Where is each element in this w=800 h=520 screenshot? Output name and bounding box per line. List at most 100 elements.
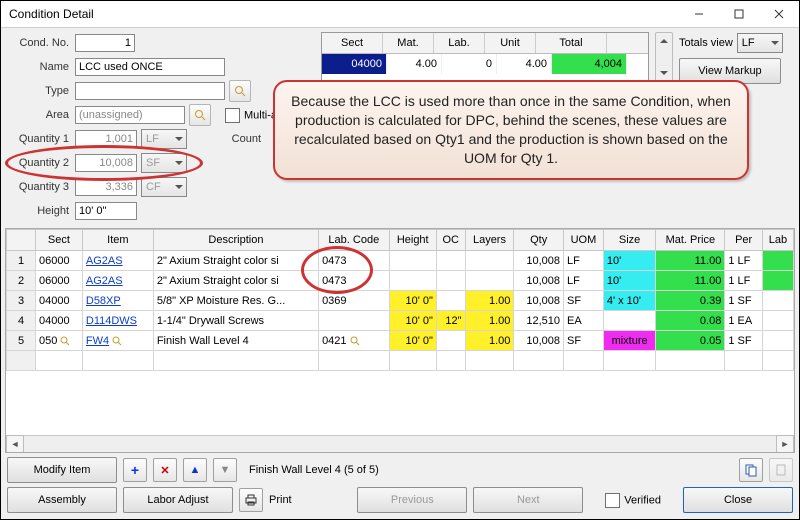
area-input[interactable] [75, 106, 185, 124]
row-number: 4 [7, 311, 36, 331]
close-dialog-button[interactable]: Close [683, 487, 793, 513]
verified-checkbox[interactable] [605, 493, 620, 508]
mini-scrollbar[interactable] [655, 32, 673, 82]
cell-uom: EA [563, 311, 603, 331]
count-label: Count [207, 133, 267, 145]
grid-col-header[interactable]: Size [603, 230, 656, 251]
qty3-input[interactable] [75, 178, 137, 196]
type-input[interactable] [75, 82, 225, 100]
row-number: 2 [7, 271, 36, 291]
table-row[interactable]: 206000AG2AS2" Axium Straight color si047… [7, 271, 794, 291]
cond-no-input[interactable] [75, 34, 135, 52]
cell-matprice: 0.08 [656, 311, 725, 331]
mini-row[interactable]: 04000 4.00 0 4.00 4,004 [322, 54, 648, 74]
copy-button[interactable] [739, 458, 763, 482]
cell-lab [762, 251, 793, 271]
height-input[interactable] [75, 202, 137, 220]
qty1-input[interactable] [75, 130, 137, 148]
explainer-callout: Because the LCC is used more than once i… [273, 80, 749, 180]
qty3-uom-select[interactable]: CF [141, 177, 187, 197]
qty2-uom-select[interactable]: SF [141, 153, 187, 173]
plus-icon: + [131, 462, 139, 478]
mini-col-total[interactable]: Total [536, 33, 607, 53]
cell-height: 10' 0" [389, 331, 436, 351]
grid-col-header[interactable]: Sect [36, 230, 83, 251]
cell-item: AG2AS [82, 251, 153, 271]
name-input[interactable] [75, 58, 225, 76]
print-icon-button[interactable] [239, 488, 263, 512]
magnifier-icon [234, 85, 246, 97]
item-link[interactable]: FW4 [86, 335, 109, 347]
item-link[interactable]: D114DWS [86, 315, 137, 327]
cell-per: 1 SF [725, 331, 763, 351]
labor-adjust-button[interactable]: Labor Adjust [123, 487, 233, 513]
move-up-button[interactable]: ▲ [183, 458, 207, 482]
next-button[interactable]: Next [473, 487, 583, 513]
minimize-button[interactable] [679, 1, 719, 27]
qty1-uom-select[interactable]: LF [141, 129, 187, 149]
cell-per: 1 EA [725, 311, 763, 331]
copy-icon [744, 463, 758, 477]
cell-size: 10' [603, 251, 656, 271]
maximize-button[interactable] [719, 1, 759, 27]
cell-item: D114DWS [82, 311, 153, 331]
grid-col-header[interactable]: Height [389, 230, 436, 251]
paste-button[interactable] [769, 458, 793, 482]
cell-oc [436, 251, 465, 271]
modify-item-button[interactable]: Modify Item [7, 457, 117, 483]
close-button[interactable] [759, 1, 799, 27]
cell-item: AG2AS [82, 271, 153, 291]
totals-view-select[interactable]: LF [737, 33, 783, 53]
table-row-empty [7, 351, 794, 371]
add-row-button[interactable]: + [123, 458, 147, 482]
cell-uom: SF [563, 291, 603, 311]
grid-h-scrollbar[interactable]: ◄► [6, 435, 794, 452]
table-row[interactable]: 404000D114DWS1-1/4" Drywall Screws10' 0"… [7, 311, 794, 331]
grid-col-header[interactable]: Layers [465, 230, 514, 251]
previous-button[interactable]: Previous [357, 487, 467, 513]
qty2-input[interactable] [75, 154, 137, 172]
table-row[interactable]: 106000AG2AS2" Axium Straight color si047… [7, 251, 794, 271]
grid-col-header[interactable]: UOM [563, 230, 603, 251]
grid-col-header[interactable]: Lab [762, 230, 793, 251]
cell-qty: 10,008 [514, 251, 564, 271]
grid-col-header[interactable]: Description [153, 230, 318, 251]
multi-area-checkbox[interactable] [225, 108, 240, 123]
print-label: Print [269, 494, 292, 506]
area-lookup-button[interactable] [189, 104, 211, 126]
delete-row-button[interactable]: ✕ [153, 458, 177, 482]
grid-col-header[interactable]: Mat. Price [656, 230, 725, 251]
cell-desc: 2" Axium Straight color si [153, 251, 318, 271]
grid-col-header[interactable]: Lab. Code [319, 230, 389, 251]
item-link[interactable]: D58XP [86, 295, 121, 307]
cell-qty: 10,008 [514, 271, 564, 291]
table-row[interactable]: 5050 FW4 Finish Wall Level 40421 10' 0"1… [7, 331, 794, 351]
item-link[interactable]: AG2AS [86, 275, 123, 287]
item-link[interactable]: AG2AS [86, 255, 123, 267]
printer-icon [244, 493, 258, 507]
grid-col-header[interactable]: Qty [514, 230, 564, 251]
cell-sect: 04000 [36, 291, 83, 311]
table-row[interactable]: 304000D58XP5/8" XP Moisture Res. G...036… [7, 291, 794, 311]
detail-grid: SectItemDescriptionLab. CodeHeightOCLaye… [5, 228, 795, 453]
cell-desc: Finish Wall Level 4 [153, 331, 318, 351]
cell-layers [465, 271, 514, 291]
cell-size [603, 311, 656, 331]
type-lookup-button[interactable] [229, 80, 251, 102]
mini-col-lab[interactable]: Lab. [434, 33, 485, 53]
assembly-button[interactable]: Assembly [7, 487, 117, 513]
qty3-label: Quantity 3 [5, 181, 75, 193]
mini-col-mat[interactable]: Mat. [383, 33, 434, 53]
cell-sect: 06000 [36, 251, 83, 271]
titlebar: Condition Detail [1, 1, 799, 28]
grid-col-header[interactable]: Item [82, 230, 153, 251]
mini-col-unit[interactable]: Unit [485, 33, 536, 53]
grid-col-header[interactable]: Per [725, 230, 763, 251]
move-down-button[interactable]: ▼ [213, 458, 237, 482]
grid-col-header[interactable]: OC [436, 230, 465, 251]
grid-col-header[interactable] [7, 230, 36, 251]
cell-per: 1 LF [725, 271, 763, 291]
mini-col-sect[interactable]: Sect [322, 33, 383, 53]
x-icon: ✕ [160, 464, 169, 477]
cell-matprice: 11.00 [656, 271, 725, 291]
